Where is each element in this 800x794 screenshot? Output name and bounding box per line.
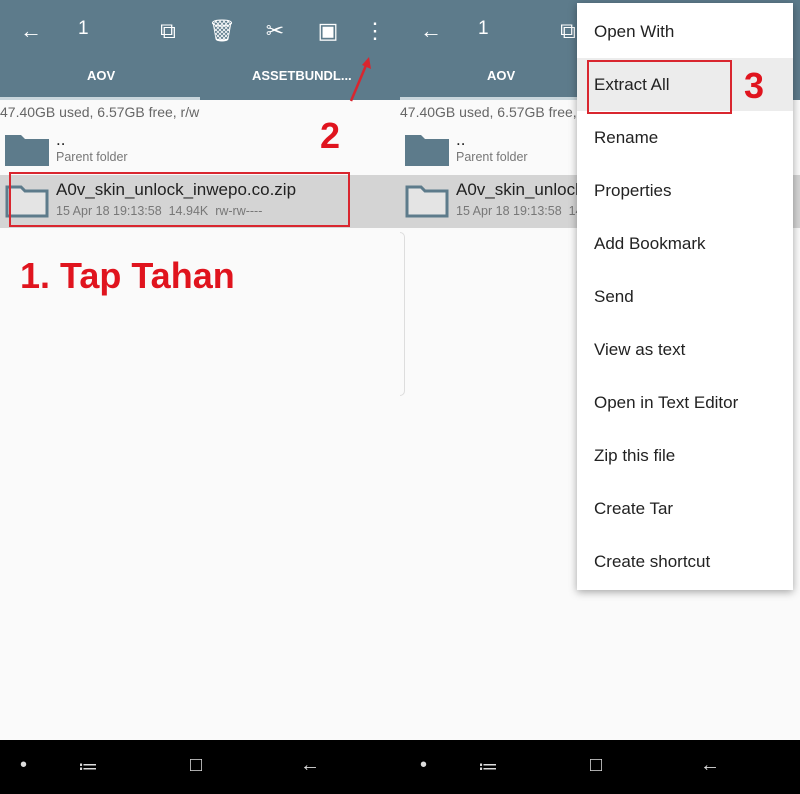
recents-icon[interactable]: ≔: [78, 754, 98, 779]
menu-properties[interactable]: Properties: [577, 164, 793, 217]
menu-create-shortcut[interactable]: Create shortcut: [577, 535, 793, 588]
file-name: ..: [56, 130, 66, 149]
back-arrow-icon[interactable]: ←: [416, 16, 446, 46]
back-arrow-icon[interactable]: ←: [16, 16, 46, 46]
menu-add-bookmark[interactable]: Add Bookmark: [577, 217, 793, 270]
annotation-arrow-icon: [349, 57, 371, 102]
dot-icon[interactable]: •: [20, 754, 27, 777]
copy-icon[interactable]: ⧉: [153, 16, 183, 46]
annotation-step3: 3: [744, 65, 765, 106]
system-nav-bar: • ≔ □ ← • ≔ □ ←: [0, 740, 800, 794]
tab-aov[interactable]: AOV: [487, 68, 515, 83]
file-name: ..: [456, 130, 466, 149]
card-edge: [400, 232, 405, 396]
home-icon[interactable]: □: [190, 754, 202, 777]
menu-open-in-text-editor[interactable]: Open in Text Editor: [577, 376, 793, 429]
folder-icon: [405, 135, 449, 166]
more-vert-icon[interactable]: ⋮: [360, 16, 390, 46]
left-panel: ← 1 ⧉ 🗑 ✂ ▣ ⋮ AOV ASSETBUNDL... 47.40GB …: [0, 0, 400, 740]
menu-send[interactable]: Send: [577, 270, 793, 323]
select-all-icon[interactable]: ▣: [313, 16, 343, 46]
selection-count: 1: [78, 18, 89, 39]
tab-indicator: [0, 97, 200, 100]
storage-info: 47.40GB used, 6.57GB free, r/w: [400, 104, 600, 120]
highlight-box-extract: [587, 60, 732, 114]
menu-create-tar[interactable]: Create Tar: [577, 482, 793, 535]
folder-icon: [5, 135, 49, 166]
tab-indicator: [400, 97, 600, 100]
dot-icon[interactable]: •: [420, 754, 427, 777]
annotation-step1: 1. Tap Tahan: [20, 255, 235, 296]
tab-assetbundle[interactable]: ASSETBUNDL...: [252, 68, 352, 83]
selection-count: 1: [478, 18, 489, 39]
home-icon[interactable]: □: [590, 754, 602, 777]
action-bar: ← 1 ⧉ 🗑 ✂ ▣ ⋮ AOV ASSETBUNDL...: [0, 0, 400, 100]
zip-folder-icon: [405, 185, 449, 218]
file-sub: Parent folder: [456, 150, 528, 164]
menu-view-as-text[interactable]: View as text: [577, 323, 793, 376]
storage-info: 47.40GB used, 6.57GB free, r/w: [0, 104, 200, 120]
highlight-box-file: [9, 172, 350, 227]
back-icon[interactable]: ←: [300, 754, 320, 777]
cut-icon[interactable]: ✂: [260, 16, 290, 46]
recents-icon[interactable]: ≔: [478, 754, 498, 779]
back-icon[interactable]: ←: [700, 754, 720, 777]
annotation-step2: 2: [320, 115, 341, 156]
menu-rename[interactable]: Rename: [577, 111, 793, 164]
menu-open-with[interactable]: Open With: [577, 5, 793, 58]
menu-zip-this-file[interactable]: Zip this file: [577, 429, 793, 482]
tab-aov[interactable]: AOV: [87, 68, 115, 83]
delete-icon[interactable]: 🗑: [207, 16, 237, 46]
file-sub: Parent folder: [56, 150, 128, 164]
